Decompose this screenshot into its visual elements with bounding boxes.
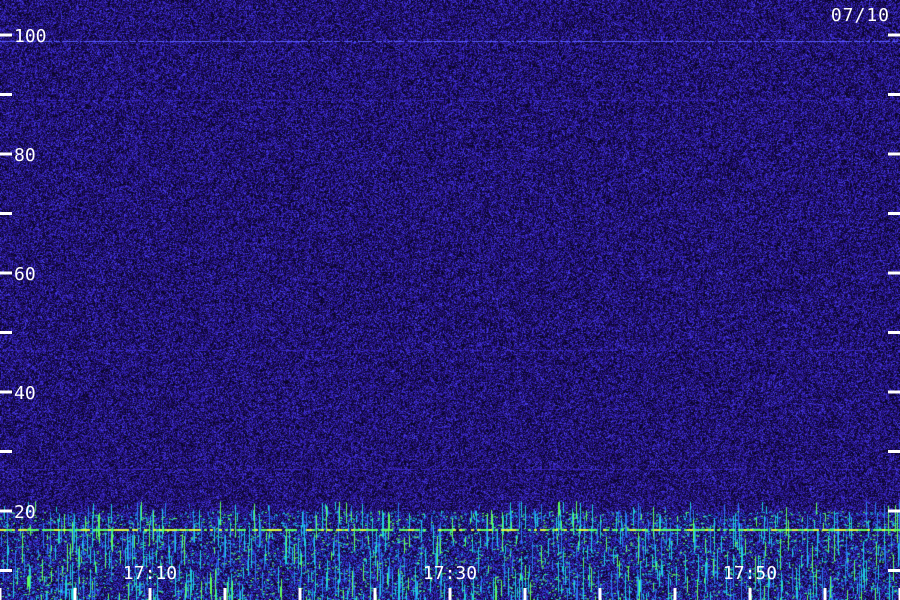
axes-overlay: 20 40 60 80 100 17:10 17:30 17:50 [0, 26, 900, 600]
y-tick-label: 20 [14, 502, 36, 523]
y-tick-label: 100 [14, 26, 47, 47]
y-tick-label: 80 [14, 145, 36, 166]
x-tick-label: 17:50 [723, 563, 777, 584]
date-label: 07/10 [830, 5, 890, 26]
x-tick-label: 17:10 [123, 563, 177, 584]
x-tick-label: 17:30 [423, 563, 477, 584]
y-tick-label: 60 [14, 264, 36, 285]
spectrogram-chart: 20 40 60 80 100 17:10 17:30 17:50 07/10 [0, 0, 900, 600]
y-tick-label: 40 [14, 383, 36, 404]
